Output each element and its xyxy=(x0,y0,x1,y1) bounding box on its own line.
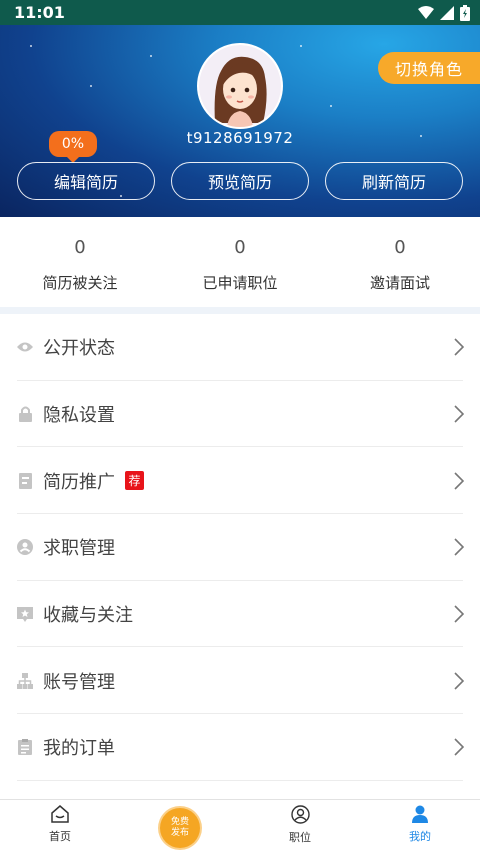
stat-label: 已申请职位 xyxy=(202,274,278,292)
menu-label: 收藏与关注 xyxy=(43,605,133,627)
status-bar: 11:01 xyxy=(0,0,480,25)
nav-jobs[interactable]: 职位 xyxy=(240,800,360,853)
nav-label: 首页 xyxy=(49,830,71,843)
chevron-right-icon xyxy=(454,472,464,490)
switch-role-button[interactable]: 切换角色 xyxy=(378,52,480,84)
profile-header: 切换角色 t9128691972 0% 编辑简历 预览简历 刷新简历 xyxy=(0,25,480,217)
menu-label: 简历推广 xyxy=(43,471,115,493)
menu-label: 我的订单 xyxy=(43,738,115,760)
menu-item-account-management[interactable]: 账号管理 xyxy=(0,647,480,714)
chevron-right-icon xyxy=(454,538,464,556)
nav-label: 职位 xyxy=(289,831,311,844)
order-clipboard-icon xyxy=(17,739,33,756)
chevron-right-icon xyxy=(454,338,464,356)
recommend-badge: 荐 xyxy=(125,471,144,491)
menu-label: 公开状态 xyxy=(43,338,115,360)
screen: 11:01 切换角色 t9128691972 0% 编辑简历 预览简历 刷新简历… xyxy=(0,0,480,853)
publish-label-line2: 发布 xyxy=(170,828,189,838)
publish-label-line1: 免费 xyxy=(170,817,189,827)
stat-applied-jobs[interactable]: 0 已申请职位 xyxy=(160,217,320,307)
refresh-resume-button[interactable]: 刷新简历 xyxy=(325,162,463,200)
stat-interview-invites[interactable]: 0 邀请面试 xyxy=(320,217,480,307)
bookmark-star-icon xyxy=(17,606,33,622)
nav-mine[interactable]: 我的 xyxy=(360,800,480,853)
stat-resume-followed[interactable]: 0 简历被关注 xyxy=(0,217,160,307)
chevron-right-icon xyxy=(454,405,464,423)
stat-value: 0 xyxy=(234,237,246,258)
menu-item-my-orders[interactable]: 我的订单 xyxy=(0,714,480,781)
eye-icon xyxy=(17,339,33,355)
section-divider xyxy=(0,307,480,314)
menu-item-favorites-follows[interactable]: 收藏与关注 xyxy=(0,581,480,648)
menu-item-job-management[interactable]: 求职管理 xyxy=(0,514,480,581)
nav-home[interactable]: 首页 xyxy=(0,800,120,853)
stat-label: 邀请面试 xyxy=(369,274,430,292)
resume-progress-badge: 0% xyxy=(49,131,97,163)
nav-publish[interactable]: 免费 发布 xyxy=(120,800,240,853)
preview-resume-button[interactable]: 预览简历 xyxy=(171,162,309,200)
stat-value: 0 xyxy=(394,237,406,258)
menu-item-public-status[interactable]: 公开状态 xyxy=(0,314,480,381)
edit-resume-button[interactable]: 编辑简历 xyxy=(17,162,155,200)
stat-value: 0 xyxy=(74,237,86,258)
user-icon xyxy=(412,805,428,823)
bottom-nav: 首页 免费 发布 职位 我的 xyxy=(0,799,480,853)
settings-menu: 公开状态 隐私设置 简历推广 荐 求职管理 收藏与关注 账号管理 我的订单 xyxy=(0,314,480,781)
avatar[interactable] xyxy=(197,43,283,129)
job-search-icon xyxy=(17,539,33,556)
stat-label: 简历被关注 xyxy=(42,274,118,292)
lock-icon xyxy=(17,406,33,423)
wifi-icon xyxy=(418,5,434,19)
stats-row: 0 简历被关注 0 已申请职位 0 邀请面试 xyxy=(0,217,480,307)
menu-label: 账号管理 xyxy=(43,671,115,693)
free-publish-button[interactable]: 免费 发布 xyxy=(160,808,200,848)
resume-promote-icon xyxy=(17,472,33,489)
menu-item-privacy-settings[interactable]: 隐私设置 xyxy=(0,381,480,448)
menu-label: 隐私设置 xyxy=(43,405,115,427)
avatar-illustration xyxy=(199,45,281,127)
battery-icon xyxy=(460,4,470,21)
nav-label: 我的 xyxy=(409,830,431,843)
menu-label: 求职管理 xyxy=(43,538,115,560)
signal-icon xyxy=(440,5,454,20)
jobs-person-icon xyxy=(290,805,310,824)
chevron-right-icon xyxy=(454,738,464,757)
home-icon xyxy=(51,805,69,823)
status-time: 11:01 xyxy=(14,3,65,22)
account-tree-icon xyxy=(17,672,33,689)
chevron-right-icon xyxy=(454,672,464,690)
menu-item-resume-promotion[interactable]: 简历推广 荐 xyxy=(0,447,480,514)
chevron-right-icon xyxy=(454,605,464,623)
